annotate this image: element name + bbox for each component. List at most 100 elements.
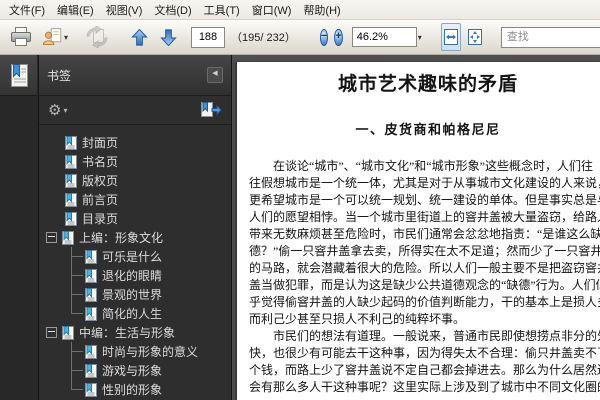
bookmark-item[interactable]: 景观的世界 <box>39 285 231 304</box>
bookmark-label: 游戏与形象 <box>102 364 163 378</box>
menu-item[interactable]: 文档(D) <box>148 0 197 20</box>
bookmark-label: 目录页 <box>82 212 119 226</box>
share-document-icon <box>42 28 62 45</box>
bookmark-item[interactable]: 性别的形象 <box>39 380 231 399</box>
zoom-dropdown-caret-icon[interactable]: ▾ <box>418 33 422 42</box>
bookmark-page-icon <box>62 325 74 340</box>
collapse-panel-button[interactable]: ◀ <box>207 67 223 83</box>
search-input[interactable] <box>500 26 600 48</box>
body-text-line: 乎觉得偷窨井盖的人缺少起码的价值判断能力，干的基本上是损人多 <box>249 295 600 309</box>
tree-connector <box>71 342 85 361</box>
bookmark-label: 上编：形象文化 <box>79 231 164 245</box>
body-text-line: 盖当做犯罪，而是认为这是缺少公共道德观念的“缺德”行为。人们似 <box>249 278 600 292</box>
body-text-line: 人们的愿望相悖。当一个城市里街道上的窨井盖被大量盗窃，给路人 <box>249 210 600 224</box>
collaborate-button-disabled <box>83 23 111 51</box>
bookmark-item[interactable]: 书名页 <box>39 152 231 171</box>
fit-width-button[interactable] <box>440 23 461 51</box>
bookmark-label: 可乐是什么 <box>102 250 163 264</box>
bookmark-page-icon <box>85 382 97 397</box>
bookmark-page-icon <box>65 173 77 188</box>
bookmark-page-icon <box>65 154 77 169</box>
bookmark-label: 书名页 <box>82 155 119 169</box>
goto-current-bookmark-button[interactable] <box>200 102 222 118</box>
zoom-out-button[interactable]: − <box>319 28 329 46</box>
body-text-line: 的马路，就会潜藏着很大的危险。所以人们一般主要不是把盗窃窨井 <box>249 261 600 275</box>
zoom-in-button[interactable]: + <box>334 28 343 46</box>
bookmark-page-icon <box>85 287 97 302</box>
bookmark-item[interactable]: 前言页 <box>39 190 231 209</box>
bookmark-item[interactable]: 版权页 <box>39 171 231 190</box>
bookmarks-panel-title: 书签 <box>47 68 72 83</box>
tree-connector <box>71 361 85 380</box>
tree-connector <box>71 304 85 323</box>
bookmark-label: 封面页 <box>82 136 119 150</box>
bookmark-page-icon <box>62 230 74 245</box>
fit-width-icon <box>443 29 458 45</box>
document-page: 城市艺术趣味的矛盾 一、皮货商和帕格尼尼 在谈论“城市”、“城市文化”和“城市形… <box>237 62 600 400</box>
bookmark-label: 版权页 <box>82 174 119 188</box>
bookmark-item[interactable]: 时尚与形象的意义 <box>39 342 231 361</box>
document-area[interactable]: 城市艺术趣味的矛盾 一、皮货商和帕格尼尼 在谈论“城市”、“城市文化”和“城市形… <box>232 55 600 400</box>
body-text-line: 而利己少甚至只损人不利己的纯粹坏事。 <box>249 312 466 326</box>
bookmark-label: 中编：生活与形象 <box>79 326 176 340</box>
previous-page-button[interactable] <box>125 23 153 51</box>
bookmark-page-icon <box>85 249 97 264</box>
body-text-line: 个钱，而路上少了窨井盖说不定自己都会掉进去。那么为什么居然还 <box>249 363 600 377</box>
print-icon <box>11 27 31 46</box>
navigation-icon-strip <box>0 55 39 400</box>
collapse-minus-box[interactable] <box>46 327 57 338</box>
dropdown-caret-icon: ▾ <box>63 32 68 42</box>
menu-item[interactable]: 帮助(H) <box>297 0 346 20</box>
bookmark-label: 时尚与形象的意义 <box>102 345 199 359</box>
next-page-button[interactable] <box>154 23 182 51</box>
fit-page-icon <box>467 29 482 45</box>
zoom-level-input[interactable] <box>351 27 417 47</box>
tree-connector <box>71 380 85 399</box>
bookmark-page-icon <box>65 135 77 150</box>
page-count-label: （195/ 232） <box>231 32 296 44</box>
down-arrow-icon <box>159 28 177 46</box>
gear-dropdown-caret-icon[interactable]: ▾ <box>63 106 67 115</box>
section-heading: 一、皮货商和帕格尼尼 <box>355 122 501 137</box>
bookmark-label: 简化的人生 <box>102 307 163 321</box>
bookmarks-panel-icon <box>11 63 28 87</box>
bookmark-page-icon <box>85 363 97 378</box>
pdf-reader-window: 文件(F) 编辑(E) 视图(V) 文档(D) 工具(T) 窗口(W) 帮助(H) <box>0 0 600 400</box>
menu-item[interactable]: 工具(T) <box>198 0 246 20</box>
page-number-input[interactable] <box>191 26 225 48</box>
bookmark-item[interactable]: 可乐是什么 <box>39 247 231 266</box>
bookmark-item[interactable]: 封面页 <box>39 133 231 152</box>
fit-page-button[interactable] <box>465 23 485 51</box>
page-title: 城市艺术趣味的矛盾 <box>337 74 518 95</box>
menu-item[interactable]: 编辑(E) <box>51 0 100 20</box>
bookmark-label: 退化的眼睛 <box>102 269 163 283</box>
gear-icon[interactable]: ⚙ <box>48 103 61 118</box>
collaborate-icon <box>86 26 108 48</box>
bookmark-item[interactable]: 中编：生活与形象 <box>39 323 231 342</box>
collapse-minus-box[interactable] <box>46 232 57 243</box>
bookmark-item[interactable]: 退化的眼睛 <box>39 266 231 285</box>
page-body-text: 在谈论“城市”、“城市文化”和“城市形象”这些概念时，人们往 往假想城市是一个统一… <box>249 158 600 396</box>
bookmark-label: 前言页 <box>82 193 119 207</box>
share-document-button[interactable]: ▾ <box>41 23 69 51</box>
bookmark-item[interactable]: 游戏与形象 <box>39 361 231 380</box>
menu-item[interactable]: 视图(V) <box>100 0 149 20</box>
bookmark-page-icon <box>65 211 77 226</box>
body-text-line: 在谈论“城市”、“城市文化”和“城市形象”这些概念时，人们往 <box>273 159 593 173</box>
menu-bar: 文件(F) 编辑(E) 视图(V) 文档(D) 工具(T) 窗口(W) 帮助(H) <box>0 0 600 20</box>
bookmark-item[interactable]: 目录页 <box>39 209 231 228</box>
menu-item[interactable]: 窗口(W) <box>246 0 298 20</box>
body-text-line: 会有那么多人干这种事呢？这里实际上涉及到了城市中不同文化圈的 <box>249 380 600 394</box>
toolbar: ▾ （195/ 232） − + <box>0 20 600 55</box>
bookmark-tree: 封面页书名页版权页前言页目录页上编：形象文化可乐是什么退化的眼睛景观的世界简化的… <box>39 125 231 400</box>
bookmarks-panel-button[interactable] <box>0 55 37 96</box>
bookmark-item[interactable]: 简化的人生 <box>39 304 231 323</box>
bookmark-label: 性别的形象 <box>102 383 163 397</box>
body-text-line: 带来无数麻烦甚至危险时，市民们通常会忿忿地指责：“是谁这么缺 <box>249 227 600 241</box>
print-button[interactable] <box>7 23 35 51</box>
bookmark-item[interactable]: 上编：形象文化 <box>39 228 231 247</box>
bookmark-page-icon <box>65 192 77 207</box>
up-arrow-icon <box>130 28 148 46</box>
menu-item[interactable]: 文件(F) <box>3 0 51 20</box>
tree-connector <box>71 285 85 304</box>
